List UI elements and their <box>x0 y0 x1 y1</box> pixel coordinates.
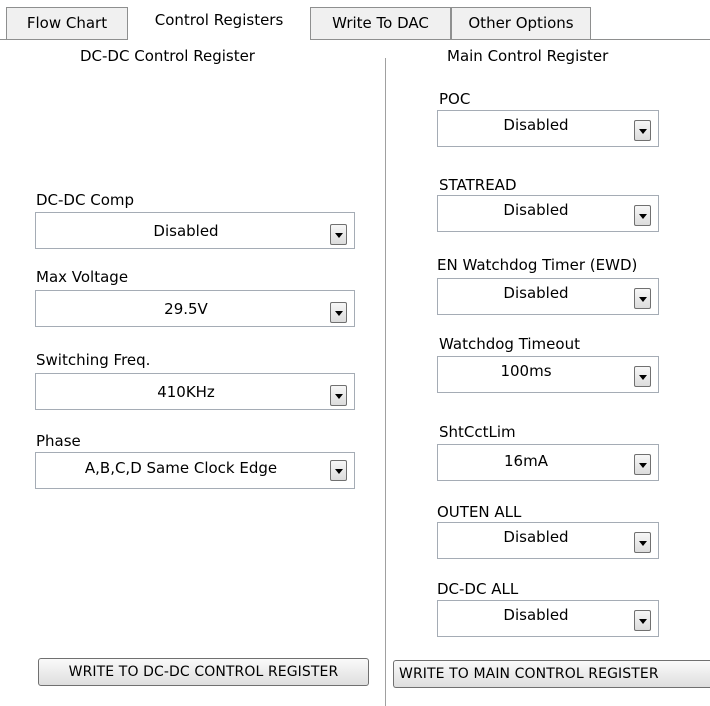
tab-control-registers[interactable]: Control Registers <box>128 2 310 40</box>
switching-freq-select[interactable]: 410KHz <box>35 373 355 410</box>
max-voltage-label: Max Voltage <box>36 268 129 286</box>
watchdog-timeout-label: Watchdog Timeout <box>439 335 580 353</box>
statread-select[interactable]: Disabled <box>437 195 659 232</box>
switching-freq-dropdown-icon[interactable] <box>330 385 347 406</box>
en-watchdog-timer-label: EN Watchdog Timer (EWD) <box>437 256 638 274</box>
tab-flow-chart[interactable]: Flow Chart <box>6 7 128 39</box>
tab-bar: Flow Chart Control Registers Write To DA… <box>0 0 710 40</box>
phase-value: A,B,C,D Same Clock Edge <box>84 458 278 477</box>
dcdc-all-select[interactable]: Disabled <box>437 600 659 637</box>
watchdog-timeout-dropdown-icon[interactable] <box>634 366 651 387</box>
write-dcdc-control-register-button[interactable]: WRITE TO DC-DC CONTROL REGISTER <box>38 658 369 686</box>
phase-label: Phase <box>36 432 81 450</box>
phase-select[interactable]: A,B,C,D Same Clock Edge <box>35 452 355 489</box>
en-watchdog-timer-dropdown-icon[interactable] <box>634 288 651 309</box>
dcdc-section-title: DC-DC Control Register <box>80 47 255 65</box>
shtcctlim-value: 16mA <box>504 451 548 470</box>
tab-bar-baseline <box>0 39 710 40</box>
switching-freq-value: 410KHz <box>157 382 215 401</box>
poc-label: POC <box>439 90 471 108</box>
dcdc-comp-label: DC-DC Comp <box>36 191 135 209</box>
dcdc-all-label: DC-DC ALL <box>437 580 519 598</box>
phase-dropdown-icon[interactable] <box>330 460 347 481</box>
write-main-control-register-button[interactable]: WRITE TO MAIN CONTROL REGISTER <box>393 660 710 688</box>
outen-all-dropdown-icon[interactable] <box>634 532 651 553</box>
watchdog-timeout-value: 100ms <box>500 361 552 380</box>
tab-write-to-dac[interactable]: Write To DAC <box>310 7 451 39</box>
dcdc-all-dropdown-icon[interactable] <box>634 610 651 631</box>
shtcctlim-select[interactable]: 16mA <box>437 444 659 481</box>
statread-dropdown-icon[interactable] <box>634 205 651 226</box>
tab-other-options[interactable]: Other Options <box>451 7 591 39</box>
shtcctlim-label: ShtCctLim <box>439 423 516 441</box>
poc-select[interactable]: Disabled <box>437 110 659 147</box>
main-section-title: Main Control Register <box>447 47 609 65</box>
outen-all-label: OUTEN ALL <box>437 503 522 521</box>
statread-value: Disabled <box>503 200 569 219</box>
statread-label: STATREAD <box>439 176 517 194</box>
en-watchdog-timer-select[interactable]: Disabled <box>437 278 659 315</box>
watchdog-timeout-select[interactable]: 100ms <box>437 356 659 393</box>
max-voltage-select[interactable]: 29.5V <box>35 290 355 327</box>
panel-divider <box>385 58 386 706</box>
dcdc-all-value: Disabled <box>503 605 569 624</box>
en-watchdog-timer-value: Disabled <box>503 283 569 302</box>
poc-value: Disabled <box>503 115 569 134</box>
dcdc-comp-select[interactable]: Disabled <box>35 212 355 249</box>
switching-freq-label: Switching Freq. <box>36 351 151 369</box>
max-voltage-value: 29.5V <box>164 299 208 318</box>
dcdc-comp-dropdown-icon[interactable] <box>330 224 347 245</box>
max-voltage-dropdown-icon[interactable] <box>330 302 347 323</box>
poc-dropdown-icon[interactable] <box>634 120 651 141</box>
outen-all-value: Disabled <box>503 527 569 546</box>
outen-all-select[interactable]: Disabled <box>437 522 659 559</box>
shtcctlim-dropdown-icon[interactable] <box>634 454 651 475</box>
dcdc-comp-value: Disabled <box>153 221 219 240</box>
